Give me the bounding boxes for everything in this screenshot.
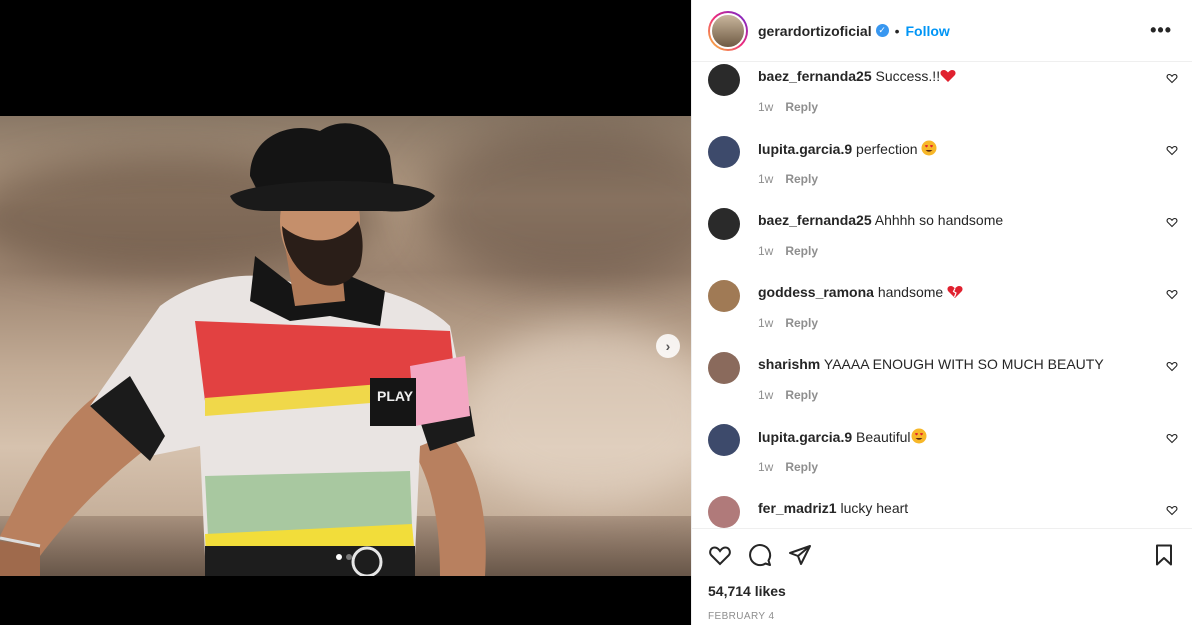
comment-item: lupita.garcia.9 perfection 1w Reply xyxy=(708,134,1178,206)
carousel-indicator xyxy=(336,554,352,560)
comment-like-icon[interactable] xyxy=(1166,432,1178,444)
comment-like-icon[interactable] xyxy=(1166,144,1178,156)
comment-text: Ahhhh so handsome xyxy=(874,212,1004,228)
follow-button[interactable]: Follow xyxy=(906,23,950,39)
comment-username[interactable]: baez_fernanda25 xyxy=(758,68,872,84)
comment-username[interactable]: fer_madriz1 xyxy=(758,500,837,516)
comment-icon[interactable] xyxy=(748,543,772,567)
comment-meta: 1w Reply xyxy=(758,316,818,330)
comment-avatar[interactable] xyxy=(708,136,740,168)
comment-body: baez_fernanda25 Success.!! xyxy=(758,68,956,86)
bookmark-icon[interactable] xyxy=(1152,543,1176,567)
comment-item: sharishm YAAAA ENOUGH WITH SO MUCH BEAUT… xyxy=(708,350,1178,422)
comment-item: fer_madriz1 lucky heart xyxy=(708,494,1178,528)
post-photo[interactable]: PLAY xyxy=(0,116,691,576)
comment-meta: 1w Reply xyxy=(758,172,818,186)
comment-meta: 1w Reply xyxy=(758,244,818,258)
instagram-post: PLAY › gerardortizoficial ✓ • Follow •••… xyxy=(0,0,1192,625)
comment-like-icon[interactable] xyxy=(1166,360,1178,372)
heart-eyes-emoji-icon xyxy=(911,428,927,447)
comment-text: Beautiful xyxy=(856,429,911,445)
comment-avatar[interactable] xyxy=(708,64,740,96)
owner-username[interactable]: gerardortizoficial xyxy=(758,23,872,39)
comment-item: baez_fernanda25 Ahhhh so handsome 1w Rep… xyxy=(708,206,1178,278)
comment-avatar[interactable] xyxy=(708,496,740,528)
comment-age: 1w xyxy=(758,460,774,474)
comment-username[interactable]: sharishm xyxy=(758,356,820,372)
reply-button[interactable]: Reply xyxy=(785,244,818,258)
comment-like-icon[interactable] xyxy=(1166,504,1178,516)
comment-username[interactable]: lupita.garcia.9 xyxy=(758,141,852,157)
reply-button[interactable]: Reply xyxy=(785,316,818,330)
reply-button[interactable]: Reply xyxy=(785,100,818,114)
comment-text: YAAAA ENOUGH WITH SO MUCH BEAUTY xyxy=(823,356,1104,372)
comment-body: goddess_ramona handsome xyxy=(758,284,963,302)
carousel-dot-active xyxy=(336,554,342,560)
header-separator: • xyxy=(894,22,900,39)
post-header: gerardortizoficial ✓ • Follow ••• xyxy=(692,0,1192,62)
comment-body: fer_madriz1 lucky heart xyxy=(758,500,908,516)
post-sidebar: gerardortizoficial ✓ • Follow ••• baez_f… xyxy=(691,0,1192,625)
comment-item: lupita.garcia.9 Beautiful 1w Reply xyxy=(708,422,1178,494)
comment-age: 1w xyxy=(758,388,774,402)
heart-emoji-icon xyxy=(940,69,956,86)
comment-age: 1w xyxy=(758,100,774,114)
comment-meta: 1w Reply xyxy=(758,100,818,114)
more-options-icon[interactable]: ••• xyxy=(1150,20,1172,41)
likes-count[interactable]: 54,714 likes xyxy=(708,583,1176,599)
comment-avatar[interactable] xyxy=(708,208,740,240)
carousel-dot xyxy=(346,554,352,560)
comment-meta: 1w Reply xyxy=(758,388,818,402)
comment-age: 1w xyxy=(758,172,774,186)
comment-username[interactable]: lupita.garcia.9 xyxy=(758,429,852,445)
heart-icon[interactable] xyxy=(708,543,732,567)
comment-like-icon[interactable] xyxy=(1166,288,1178,300)
man-in-cowboy-hat-illustration: PLAY xyxy=(0,123,486,576)
comment-username[interactable]: goddess_ramona xyxy=(758,284,874,300)
comment-body: sharishm YAAAA ENOUGH WITH SO MUCH BEAUT… xyxy=(758,356,1104,372)
comment-age: 1w xyxy=(758,316,774,330)
svg-text:PLAY: PLAY xyxy=(377,388,414,404)
post-date[interactable]: FEBRUARY 4 xyxy=(708,611,1176,622)
post-actions: 54,714 likes FEBRUARY 4 xyxy=(692,528,1192,625)
next-slide-button[interactable]: › xyxy=(656,334,680,358)
comment-avatar[interactable] xyxy=(708,424,740,456)
post-media: PLAY › xyxy=(0,0,691,625)
broken-heart-emoji-icon xyxy=(947,285,963,302)
owner-avatar[interactable] xyxy=(708,10,748,51)
comment-body: lupita.garcia.9 Beautiful xyxy=(758,428,927,447)
comment-age: 1w xyxy=(758,244,774,258)
comment-body: baez_fernanda25 Ahhhh so handsome xyxy=(758,212,1003,228)
comment-avatar[interactable] xyxy=(708,352,740,384)
comment-text: handsome xyxy=(877,284,944,300)
comment-text: lucky heart xyxy=(840,500,909,516)
comment-body: lupita.garcia.9 perfection xyxy=(758,140,937,159)
reply-button[interactable]: Reply xyxy=(785,172,818,186)
comment-text: Success.!! xyxy=(875,68,941,84)
action-icons-row xyxy=(708,529,1176,581)
reply-button[interactable]: Reply xyxy=(785,388,818,402)
reply-button[interactable]: Reply xyxy=(785,460,818,474)
share-icon[interactable] xyxy=(788,543,812,567)
comments-list[interactable]: baez_fernanda25 Success.!! 1w Reply lupi… xyxy=(692,62,1192,528)
comment-item: goddess_ramona handsome 1w Reply xyxy=(708,278,1178,350)
heart-eyes-emoji-icon xyxy=(921,140,937,159)
comment-like-icon[interactable] xyxy=(1166,216,1178,228)
comment-meta: 1w Reply xyxy=(758,460,818,474)
comment-avatar[interactable] xyxy=(708,280,740,312)
comment-like-icon[interactable] xyxy=(1166,72,1178,84)
comment-username[interactable]: baez_fernanda25 xyxy=(758,212,872,228)
comment-text: perfection xyxy=(856,141,918,157)
verified-badge-icon: ✓ xyxy=(875,24,889,37)
comment-item: baez_fernanda25 Success.!! 1w Reply xyxy=(708,62,1178,134)
